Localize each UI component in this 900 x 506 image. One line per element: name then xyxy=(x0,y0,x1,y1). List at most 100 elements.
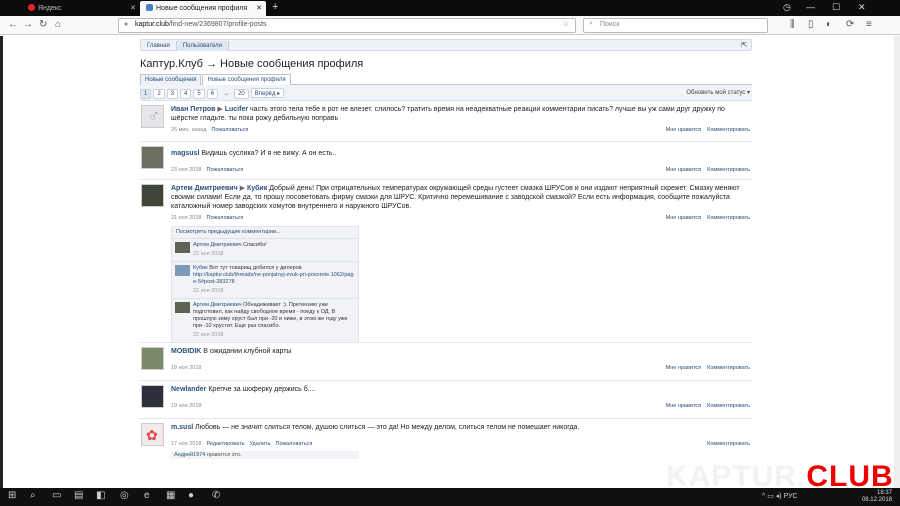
page-jump[interactable]: → xyxy=(220,90,232,100)
menu-icon[interactable]: ≡ xyxy=(866,19,872,30)
tab-new-profile-messages[interactable]: Новые сообщения профиля xyxy=(202,74,291,85)
addon-icon[interactable]: ◐ xyxy=(826,19,832,30)
file-explorer-icon[interactable]: ▤ xyxy=(74,490,83,501)
post-author[interactable]: MOBIDIK xyxy=(171,348,201,355)
profile-post: ✿ m.susl Любовь — не значит слиться тело… xyxy=(140,419,752,479)
app-icon[interactable]: ◎ xyxy=(120,490,129,501)
sync-icon[interactable]: ⟳ xyxy=(846,19,854,30)
reload-icon[interactable]: ↻ xyxy=(39,19,47,30)
page-link[interactable]: 5 xyxy=(193,89,205,99)
breadcrumb-users[interactable]: Пользователи xyxy=(175,41,230,51)
whatsapp-icon[interactable]: ✆ xyxy=(212,490,220,501)
comment-link[interactable]: Комментировать xyxy=(707,365,750,371)
comment-link[interactable]: Комментировать xyxy=(707,441,750,447)
like-link[interactable]: Мне нравится xyxy=(666,127,702,133)
delete-link[interactable]: Удалить xyxy=(249,441,270,447)
comment-link-url[interactable]: http://kaptur.club/threads/ne-ponjatnyj-… xyxy=(193,272,354,285)
comment-link[interactable]: Комментировать xyxy=(707,403,750,409)
history-icon[interactable]: ◷ xyxy=(783,2,791,13)
avatar[interactable] xyxy=(141,146,164,169)
address-bar[interactable]: ● kaptur.club/find-new/2369807/profile-po… xyxy=(118,18,576,33)
bookmark-star-icon[interactable]: ☆ xyxy=(563,20,569,28)
window-close-icon[interactable]: ✕ xyxy=(858,2,866,13)
comment-author[interactable]: Артем Дмитриевич xyxy=(193,302,242,308)
post-author[interactable]: Newlander xyxy=(171,386,206,393)
back-arrow-icon[interactable]: ← xyxy=(8,19,18,30)
close-icon[interactable]: ✕ xyxy=(256,4,262,12)
content-tabs: Новые сообщения Новые сообщения профиля xyxy=(140,74,752,85)
close-icon[interactable]: ✕ xyxy=(130,4,136,12)
like-link[interactable]: Мне нравится xyxy=(666,403,702,409)
comment-author[interactable]: Артем Дмитриевич xyxy=(193,242,242,248)
comment-link[interactable]: Комментировать xyxy=(707,215,750,221)
page-link[interactable]: 1 xyxy=(140,89,152,99)
like-link[interactable]: Мне нравится xyxy=(666,167,702,173)
comment-avatar[interactable] xyxy=(175,265,190,276)
post-author[interactable]: Артем Дмитриевич xyxy=(171,185,238,192)
avatar[interactable]: ✿ xyxy=(141,423,164,446)
complain-link[interactable]: Пожаловаться xyxy=(211,127,248,133)
like-link[interactable]: Мне нравится xyxy=(666,215,702,221)
new-tab-plus-icon[interactable]: + xyxy=(272,1,278,13)
like-link[interactable]: Мне нравится xyxy=(666,365,702,371)
comment-avatar[interactable] xyxy=(175,302,190,313)
url-path: /find-new/2369807/profile-posts xyxy=(168,21,267,28)
url-host: kaptur.club xyxy=(135,21,169,28)
search-icon[interactable]: ⌕ xyxy=(30,490,36,501)
library-icon[interactable]: ⫼ xyxy=(790,19,795,30)
more-comments-link[interactable]: Посмотреть предыдущие комментарии... xyxy=(172,227,358,239)
page-link[interactable]: 4 xyxy=(180,89,192,99)
next-page-button[interactable]: Вперёд ▸ xyxy=(250,88,285,98)
page-link[interactable]: 20 xyxy=(234,89,249,99)
scrollbar[interactable] xyxy=(894,36,900,488)
minimize-icon[interactable]: — xyxy=(806,2,815,12)
avatar[interactable] xyxy=(141,347,164,370)
post-target[interactable]: Lucifer xyxy=(225,106,248,113)
tab-profile-posts[interactable]: Новые сообщения профиля ✕ xyxy=(140,1,266,16)
post-date: 26 мин. назад xyxy=(171,127,207,133)
cartoon-avatar-icon: ✿ xyxy=(146,427,158,443)
avatar[interactable] xyxy=(141,184,164,207)
clock[interactable]: 18:37 08.12.2018 xyxy=(862,490,892,504)
site-favicon-icon xyxy=(146,4,153,11)
maximize-icon[interactable]: ☐ xyxy=(832,2,840,13)
jump-up-icon[interactable]: ⇱ xyxy=(741,41,747,49)
tab-new-messages[interactable]: Новые сообщения xyxy=(140,74,202,85)
post-author[interactable]: magsusl xyxy=(171,150,199,157)
taskbar: ⊞ ⌕ ▭ ▤ ◧ ◎ e ▦ ● ✆ ^ ▭ ◂) РУС 18:37 08.1… xyxy=(0,488,900,506)
complain-link[interactable]: Пожаловаться xyxy=(206,215,243,221)
edit-link[interactable]: Редактировать xyxy=(206,441,244,447)
avatar[interactable]: ♂ xyxy=(141,105,164,128)
page-link[interactable]: 2 xyxy=(153,89,165,99)
breadcrumb-home[interactable]: Главная xyxy=(141,41,176,51)
page-link[interactable]: 6 xyxy=(206,89,219,99)
firefox-icon[interactable]: ● xyxy=(188,490,194,501)
post-target[interactable]: Кубик xyxy=(247,185,267,192)
arrow-right-icon: ▶ xyxy=(239,185,245,192)
comment-link[interactable]: Комментировать xyxy=(707,167,750,173)
sidebar-icon[interactable]: ▯ xyxy=(808,19,814,30)
calculator-icon[interactable]: ▦ xyxy=(166,490,175,501)
post-author[interactable]: Иван Петров xyxy=(171,106,215,113)
post-author[interactable]: m.susl xyxy=(171,424,193,431)
comment-link[interactable]: Комментировать xyxy=(707,127,750,133)
edge-icon[interactable]: e xyxy=(144,490,150,501)
search-input[interactable]: ⌕ Поиск xyxy=(583,18,768,33)
system-tray[interactable]: ^ ▭ ◂) РУС xyxy=(762,492,798,500)
tab-yandex[interactable]: Яндекс ✕ xyxy=(22,1,140,16)
home-icon[interactable]: ⌂ xyxy=(55,19,61,30)
like-user[interactable]: Андрей1974 xyxy=(174,452,205,458)
avatar[interactable] xyxy=(141,385,164,408)
task-view-icon[interactable]: ▭ xyxy=(52,490,61,501)
comment-avatar[interactable] xyxy=(175,242,190,253)
page-link[interactable]: 3 xyxy=(166,89,179,99)
yandex-icon xyxy=(28,4,35,11)
forward-arrow-icon[interactable]: → xyxy=(23,19,33,30)
comment-author[interactable]: Кубик xyxy=(193,265,208,271)
language-indicator[interactable]: РУС xyxy=(784,493,798,500)
complain-link[interactable]: Пожаловаться xyxy=(275,441,312,447)
update-status-button[interactable]: Обновить мой статус ▾ xyxy=(686,89,750,96)
store-icon[interactable]: ◧ xyxy=(96,490,105,501)
windows-start-icon[interactable]: ⊞ xyxy=(8,490,16,501)
complain-link[interactable]: Пожаловаться xyxy=(206,167,243,173)
